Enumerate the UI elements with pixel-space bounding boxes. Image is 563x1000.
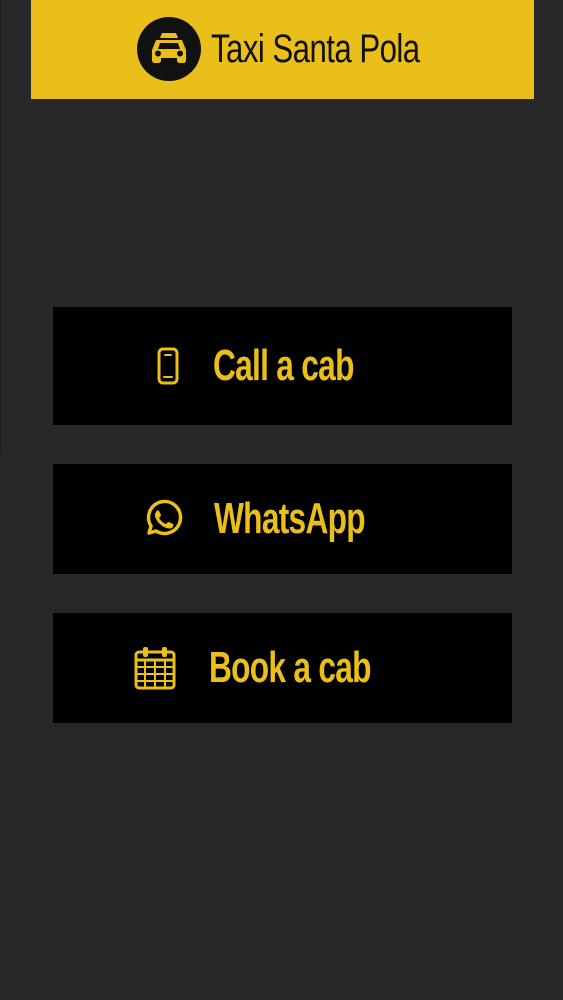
whatsapp-icon: [141, 498, 183, 540]
app-header: Taxi Santa Pola: [31, 0, 534, 99]
app-title: Taxi Santa Pola: [210, 27, 420, 71]
calendar-icon: [132, 644, 178, 692]
phone-icon: [157, 347, 179, 385]
whatsapp-button[interactable]: WhatsApp: [53, 464, 512, 574]
left-edge-divider: [0, 0, 1, 452]
call-a-cab-label: Call a cab: [212, 341, 354, 390]
book-a-cab-label: Book a cab: [208, 643, 372, 692]
call-a-cab-button[interactable]: Call a cab: [53, 307, 512, 425]
whatsapp-label: WhatsApp: [214, 494, 366, 543]
taxi-icon: [136, 16, 201, 81]
book-a-cab-button[interactable]: Book a cab: [53, 613, 512, 723]
